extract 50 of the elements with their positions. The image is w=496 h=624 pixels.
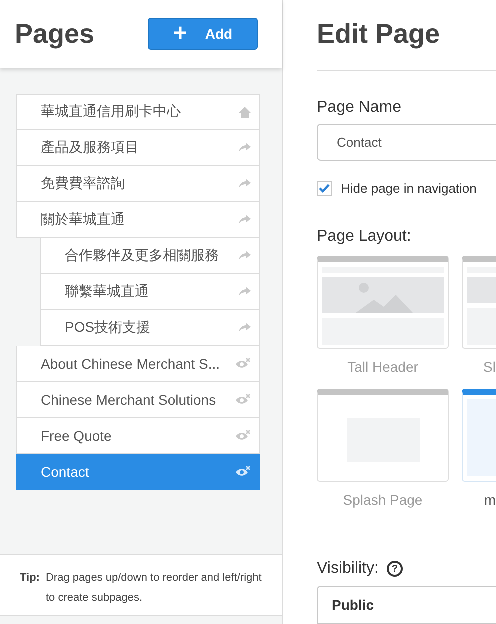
page-list-item[interactable]: 華城直通信用刷卡中心 — [16, 94, 260, 130]
tip-label: Tip: — [20, 571, 40, 586]
page-name-field[interactable]: Contact — [317, 124, 496, 162]
visibility-select[interactable]: Public — [317, 586, 496, 624]
page-list-item[interactable]: 免費費率諮詢 — [16, 166, 260, 202]
page-title: Contact — [41, 464, 90, 480]
page-list-item[interactable]: 合作夥伴及更多相關服務 — [40, 238, 260, 274]
arrow-icon — [239, 287, 251, 296]
page-title: About Chinese Merchant S... — [41, 356, 220, 372]
hidden-eye-icon — [236, 394, 251, 405]
page-list-item[interactable]: 關於華城直通 — [16, 202, 260, 238]
layout-label: m — [483, 492, 496, 508]
arrow-icon — [239, 143, 251, 152]
visibility-label: Visibility: — [317, 560, 379, 578]
hidden-eye-icon — [236, 358, 251, 369]
page-title: 華城直通信用刷卡中心 — [41, 103, 181, 121]
help-icon[interactable]: ? — [386, 561, 403, 578]
page-title: 產品及服務項目 — [41, 138, 139, 156]
page-list-item[interactable]: Contact — [16, 454, 260, 490]
arrow-icon — [239, 179, 251, 188]
home-icon — [239, 106, 251, 118]
layout-label: Tall Header — [346, 359, 420, 376]
editor-title: Edit Page — [317, 19, 440, 50]
hide-in-navigation-checkbox[interactable] — [317, 181, 332, 196]
add-button[interactable]: + Add — [148, 18, 258, 50]
checkbox-label: Hide page in navigation — [341, 181, 477, 196]
page-list-item[interactable]: 聯繫華城直通 — [40, 274, 260, 310]
page-title: Free Quote — [41, 428, 112, 444]
page-title: 聯繫華城直通 — [65, 282, 149, 300]
page-list-item[interactable]: About Chinese Merchant S... — [16, 346, 260, 382]
layout-label: Sl — [482, 359, 496, 376]
page-title: 關於華城直通 — [41, 210, 125, 228]
page-title: 免費費率諮詢 — [41, 174, 125, 192]
tip-text: Drag pages up/down to reorder and left/right to create subpages. — [46, 571, 262, 606]
page-title: Chinese Merchant Solutions — [41, 392, 216, 408]
arrow-icon — [239, 215, 251, 224]
layout-label: Splash Page — [342, 492, 424, 508]
page-title: POS技術支援 — [65, 318, 151, 336]
arrow-icon — [239, 251, 251, 260]
arrow-icon — [239, 323, 251, 332]
hidden-eye-icon — [236, 430, 251, 441]
hidden-eye-icon — [236, 466, 251, 477]
page-list-item[interactable]: 產品及服務項目 — [16, 130, 260, 166]
page-name-label: Page Name — [317, 98, 402, 116]
page-list-item[interactable]: Free Quote — [16, 418, 260, 454]
page-list-item[interactable]: Chinese Merchant Solutions — [16, 382, 260, 418]
page-title: 合作夥伴及更多相關服務 — [65, 246, 219, 264]
page-list-item[interactable]: POS技術支援 — [40, 310, 260, 346]
sidebar-title: Pages — [15, 18, 95, 50]
page-layout-label: Page Layout: — [317, 228, 412, 246]
